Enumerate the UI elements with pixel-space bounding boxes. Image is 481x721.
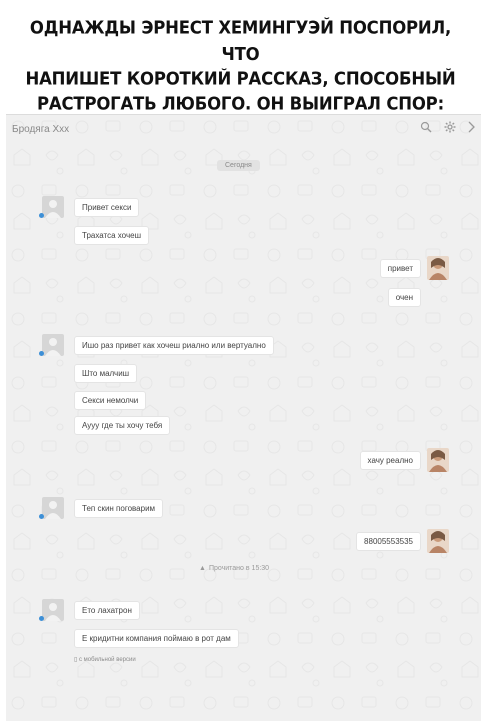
message-bubble: Секси немолчи bbox=[74, 391, 147, 410]
online-indicator bbox=[39, 213, 44, 218]
message-bubble: Ишо раз привет как хочеш риално или верт… bbox=[74, 336, 274, 355]
avatar[interactable] bbox=[42, 599, 64, 621]
avatar[interactable] bbox=[42, 497, 64, 519]
message-bubble: Е кридитни компания поймаю в рот дам bbox=[74, 629, 239, 648]
search-icon[interactable] bbox=[418, 121, 434, 137]
read-status: ▲ Прочитано в 15:30 bbox=[199, 565, 269, 572]
message-bubble: хачу реално bbox=[359, 451, 421, 470]
message-bubble: Трахатса хочеш bbox=[74, 226, 149, 245]
message-bubble: 88005553535 bbox=[356, 532, 421, 551]
chat-window: Бродяга Xxx Сегодня Привет секси Трахатс… bbox=[6, 114, 481, 721]
mobile-version-note: ▯ с мобильной версии bbox=[74, 656, 136, 663]
user-photo-avatar[interactable] bbox=[427, 256, 449, 280]
chat-title[interactable]: Бродяга Xxx bbox=[12, 124, 69, 135]
online-indicator bbox=[39, 514, 44, 519]
mobile-note-text: с мобильной версии bbox=[78, 657, 136, 663]
read-receipt-icon: ▲ bbox=[199, 565, 206, 572]
message-bubble: Привет секси bbox=[74, 198, 140, 217]
message-bubble: Аууу где ты хочу тебя bbox=[74, 416, 171, 435]
message-bubble: Што малчиш bbox=[74, 364, 138, 383]
date-separator: Сегодня bbox=[217, 160, 260, 171]
mobile-phone-icon: ▯ bbox=[74, 657, 78, 663]
caption-line: Однажды Эрнест Хемингуэй поспорил, что bbox=[29, 17, 452, 65]
message-bubble: привет bbox=[379, 259, 421, 278]
avatar[interactable] bbox=[42, 334, 64, 356]
message-bubble: Ето лахатрон bbox=[74, 601, 140, 620]
message-bubble: очен bbox=[387, 288, 421, 307]
user-photo-avatar[interactable] bbox=[427, 448, 449, 472]
online-indicator bbox=[39, 351, 44, 356]
avatar[interactable] bbox=[42, 196, 64, 218]
read-status-text: Прочитано в 15:30 bbox=[208, 565, 270, 572]
close-icon[interactable] bbox=[464, 121, 480, 137]
online-indicator bbox=[39, 616, 44, 621]
meme-caption: Однажды Эрнест Хемингуэй поспорил, что н… bbox=[0, 0, 481, 113]
message-bubble: Теп скин поговарим bbox=[74, 499, 164, 518]
gear-icon[interactable] bbox=[442, 121, 458, 137]
caption-line: растрогать любого. Он выиграл спор: bbox=[37, 93, 444, 114]
caption-line: напишет короткий рассказ, способный bbox=[25, 68, 456, 89]
user-photo-avatar[interactable] bbox=[427, 529, 449, 553]
chat-header: Бродяга Xxx bbox=[6, 115, 481, 145]
